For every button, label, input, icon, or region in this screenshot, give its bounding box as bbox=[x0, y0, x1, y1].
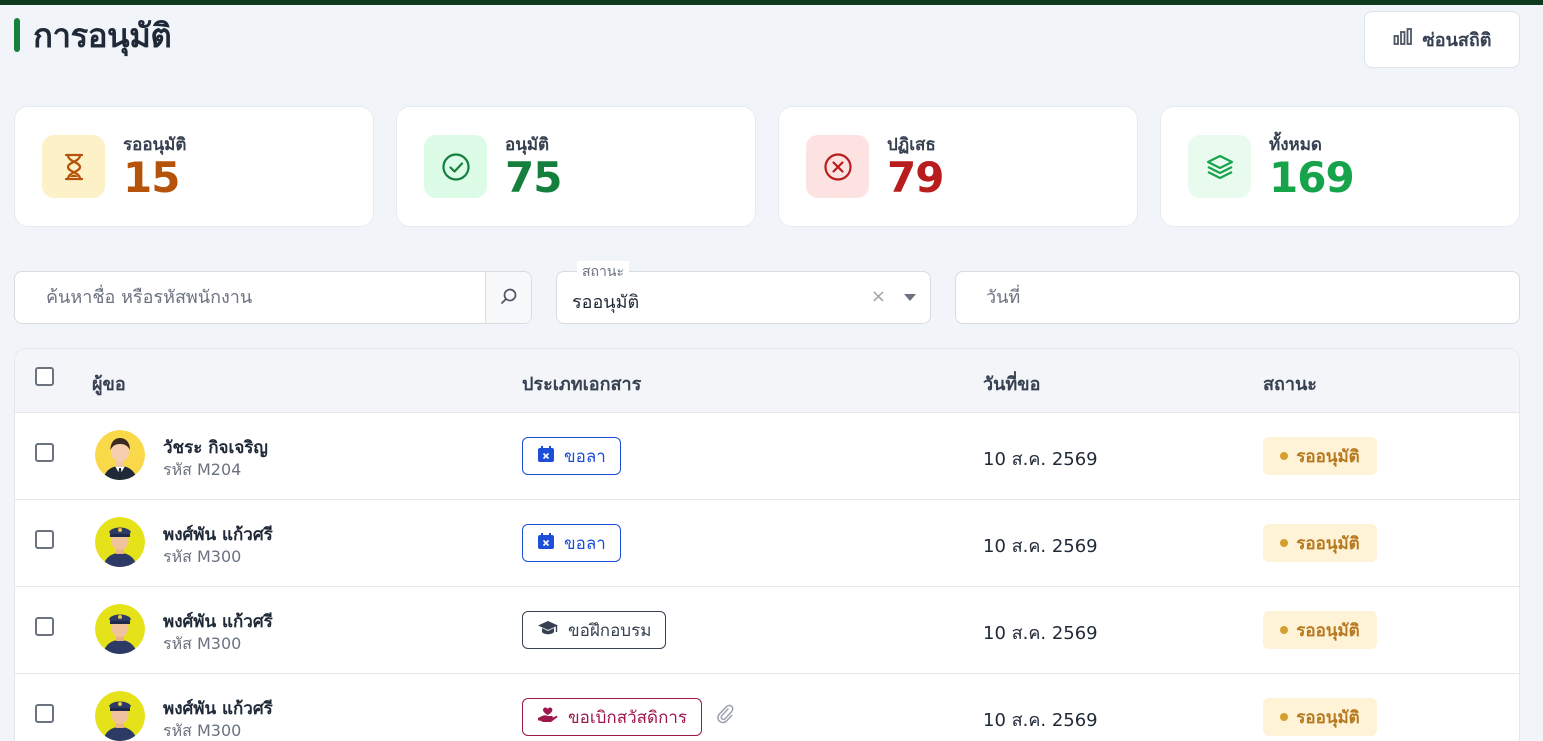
graduation-cap-icon bbox=[537, 619, 559, 642]
request-date: 10 ส.ค. 2569 bbox=[983, 536, 1098, 557]
clear-icon[interactable]: × bbox=[871, 286, 886, 307]
stat-value: 75 bbox=[505, 153, 562, 202]
bar-chart-icon bbox=[1393, 28, 1413, 51]
businessman-avatar bbox=[95, 430, 145, 480]
search-icon bbox=[500, 287, 518, 309]
request-date: 10 ส.ค. 2569 bbox=[983, 449, 1098, 470]
requester-code: รหัส M204 bbox=[163, 460, 242, 479]
request-date: 10 ส.ค. 2569 bbox=[983, 623, 1098, 644]
doc-type-tag[interactable]: ขอลา bbox=[522, 437, 621, 475]
column-header-status[interactable]: สถานะ bbox=[1263, 369, 1317, 398]
status-badge: รออนุมัติ bbox=[1263, 698, 1377, 736]
doc-type-tag[interactable]: ขอเบิกสวัสดิการ bbox=[522, 698, 703, 736]
row-checkbox[interactable] bbox=[35, 530, 54, 549]
hide-stats-button[interactable]: ซ่อนสถิติ bbox=[1364, 11, 1520, 68]
stat-card-approved[interactable]: อนุมัติ 75 bbox=[396, 106, 756, 227]
paperclip-icon[interactable] bbox=[715, 704, 735, 728]
row-checkbox[interactable] bbox=[35, 617, 54, 636]
doc-type-label: ขอลา bbox=[564, 533, 606, 554]
table-row[interactable]: พงศ์พัน แก้วศรี รหัส M300 ขอฝึกอบรม 10 ส… bbox=[15, 587, 1519, 674]
requester-name: พงศ์พัน แก้วศรี bbox=[163, 699, 273, 719]
status-select[interactable]: สถานะ รออนุมัติ × bbox=[556, 261, 931, 324]
x-circle-icon bbox=[806, 135, 869, 198]
calendar-x-icon bbox=[537, 445, 555, 468]
status-badge-label: รออนุมัติ bbox=[1296, 620, 1360, 641]
table-row[interactable]: พงศ์พัน แก้วศรี รหัส M300 ขอเบิกสวัสดิกา… bbox=[15, 674, 1519, 741]
check-circle-icon bbox=[424, 135, 487, 198]
column-header-date[interactable]: วันที่ขอ bbox=[983, 369, 1040, 398]
layers-icon bbox=[1188, 135, 1251, 198]
doc-type-tag[interactable]: ขอฝึกอบรม bbox=[522, 611, 667, 649]
stat-value: 15 bbox=[123, 153, 180, 202]
status-badge-label: รออนุมัติ bbox=[1296, 707, 1360, 728]
status-badge-label: รออนุมัติ bbox=[1296, 533, 1360, 554]
chevron-down-icon[interactable] bbox=[904, 294, 916, 301]
calendar-x-icon bbox=[537, 532, 555, 555]
status-dot bbox=[1280, 626, 1289, 634]
requester-name: พงศ์พัน แก้วศรี bbox=[163, 525, 273, 545]
row-checkbox[interactable] bbox=[35, 443, 54, 462]
hide-stats-label: ซ่อนสถิติ bbox=[1422, 30, 1492, 51]
requester-code: รหัส M300 bbox=[163, 547, 242, 566]
requester-code: รหัส M300 bbox=[163, 721, 242, 740]
status-dot bbox=[1280, 713, 1289, 721]
status-badge-label: รออนุมัติ bbox=[1296, 446, 1360, 467]
status-badge: รออนุมัติ bbox=[1263, 524, 1377, 562]
table-row[interactable]: วัชระ กิจเจริญ รหัส M204 ขอลา 10 ส.ค. 25… bbox=[15, 413, 1519, 500]
page-header: การอนุมัติ bbox=[14, 16, 172, 55]
table-row[interactable]: พงศ์พัน แก้วศรี รหัส M300 ขอลา 10 ส.ค. 2… bbox=[15, 500, 1519, 587]
table-header: ผู้ขอ ประเภทเอกสาร วันที่ขอ สถานะ bbox=[15, 349, 1519, 413]
status-select-label: สถานะ bbox=[577, 261, 629, 283]
status-badge: รออนุมัติ bbox=[1263, 437, 1377, 475]
stat-card-pending[interactable]: รออนุมัติ 15 bbox=[14, 106, 374, 227]
status-badge: รออนุมัติ bbox=[1263, 611, 1377, 649]
hourglass-icon bbox=[42, 135, 105, 198]
request-date: 10 ส.ค. 2569 bbox=[983, 710, 1098, 731]
top-bar bbox=[0, 0, 1543, 5]
police-avatar bbox=[95, 604, 145, 654]
stat-card-rejected[interactable]: ปฏิเสธ 79 bbox=[778, 106, 1138, 227]
doc-type-tag[interactable]: ขอลา bbox=[522, 524, 621, 562]
police-avatar bbox=[95, 517, 145, 567]
doc-type-label: ขอฝึกอบรม bbox=[568, 620, 652, 641]
requester-name: พงศ์พัน แก้วศรี bbox=[163, 612, 273, 632]
doc-type-label: ขอลา bbox=[564, 446, 606, 467]
police-avatar bbox=[95, 691, 145, 741]
row-checkbox[interactable] bbox=[35, 704, 54, 723]
approval-table: ผู้ขอ ประเภทเอกสาร วันที่ขอ สถานะ วัชระ … bbox=[14, 348, 1520, 741]
heart-hand-icon bbox=[537, 706, 559, 729]
search-box bbox=[14, 271, 532, 324]
stat-card-total[interactable]: ทั้งหมด 169 bbox=[1160, 106, 1520, 227]
status-dot bbox=[1280, 539, 1289, 547]
column-header-doc-type[interactable]: ประเภทเอกสาร bbox=[522, 369, 641, 398]
requester-code: รหัส M300 bbox=[163, 634, 242, 653]
title-accent-bar bbox=[14, 18, 20, 52]
date-input[interactable] bbox=[955, 271, 1520, 324]
doc-type-label: ขอเบิกสวัสดิการ bbox=[568, 707, 688, 728]
stat-value: 79 bbox=[887, 153, 944, 202]
status-select-value: รออนุมัติ bbox=[572, 292, 640, 313]
stat-value: 169 bbox=[1269, 153, 1355, 202]
requester-name: วัชระ กิจเจริญ bbox=[163, 438, 268, 458]
search-button[interactable] bbox=[485, 272, 531, 323]
column-header-requester[interactable]: ผู้ขอ bbox=[92, 369, 126, 398]
status-dot bbox=[1280, 452, 1289, 460]
search-input[interactable] bbox=[15, 272, 487, 323]
page-title: การอนุมัติ bbox=[33, 15, 172, 55]
select-all-checkbox[interactable] bbox=[35, 367, 54, 386]
